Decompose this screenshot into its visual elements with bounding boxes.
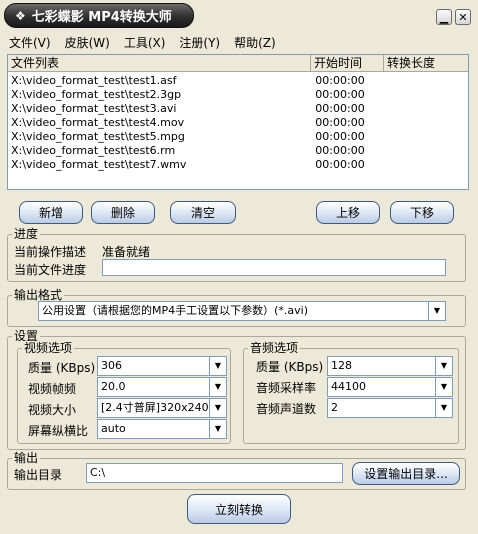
output-dir-label: 输出目录: [14, 468, 63, 482]
table-row[interactable]: X:\video_format_test\test6.rm 00:00:00: [8, 144, 468, 158]
close-icon: ✕: [458, 10, 468, 24]
video-size-value: [2.4寸普屏]320x240: [101, 401, 209, 414]
output-format-value: 公用设置（请根据您的MP4手工设置以下参数）(*.avi): [42, 304, 309, 317]
video-fps-select[interactable]: 20.0 ▼: [97, 377, 227, 397]
chevron-down-icon[interactable]: ▼: [209, 357, 226, 375]
start-time-cell: 00:00:00: [315, 158, 365, 171]
audio-rate-select[interactable]: 44100 ▼: [327, 377, 453, 397]
minimize-icon: ▁: [439, 10, 449, 24]
audio-channels-value: 2: [331, 401, 338, 414]
audio-channels-select[interactable]: 2 ▼: [327, 398, 453, 418]
audio-channels-label: 音频声道数: [256, 402, 317, 416]
table-row[interactable]: X:\video_format_test\test2.3gp 00:00:00: [8, 88, 468, 102]
start-time-cell: 00:00:00: [315, 116, 365, 129]
video-quality-label: 质量 (KBps): [28, 361, 96, 375]
file-progress-label: 当前文件进度: [14, 263, 87, 277]
add-button[interactable]: 新增: [19, 201, 83, 224]
delete-button[interactable]: 删除: [91, 201, 155, 224]
file-path-cell: X:\video_format_test\test2.3gp: [11, 88, 182, 101]
menu-tools[interactable]: 工具(X): [124, 34, 166, 51]
table-row[interactable]: X:\video_format_test\test4.mov 00:00:00: [8, 116, 468, 130]
audio-rate-label: 音频采样率: [256, 381, 317, 395]
table-row[interactable]: X:\video_format_test\test7.wmv 00:00:00: [8, 158, 468, 172]
audio-rate-value: 44100: [331, 380, 366, 393]
output-group-title: 输出: [12, 451, 41, 465]
set-output-dir-button[interactable]: 设置输出目录...: [352, 462, 460, 485]
output-format-select[interactable]: 公用设置（请根据您的MP4手工设置以下参数）(*.avi) ▼: [38, 301, 446, 321]
video-fps-value: 20.0: [101, 380, 126, 393]
video-quality-select[interactable]: 306 ▼: [97, 356, 227, 376]
column-header-start[interactable]: 开始时间: [311, 55, 384, 72]
file-path-cell: X:\video_format_test\test4.mov: [11, 116, 185, 129]
file-progress-bar: [102, 259, 446, 276]
menu-skin[interactable]: 皮肤(W): [65, 34, 110, 51]
start-time-cell: 00:00:00: [315, 144, 365, 157]
table-row[interactable]: X:\video_format_test\test1.asf 00:00:00: [8, 74, 468, 88]
video-size-label: 视频大小: [28, 403, 77, 417]
file-path-cell: X:\video_format_test\test3.avi: [11, 102, 177, 115]
file-path-cell: X:\video_format_test\test6.rm: [11, 144, 176, 157]
column-header-length[interactable]: 转换长度: [384, 55, 468, 72]
move-up-button[interactable]: 上移: [316, 201, 380, 224]
operation-desc-value: 准备就绪: [102, 245, 151, 259]
video-quality-value: 306: [101, 359, 122, 372]
progress-group-title: 进度: [12, 227, 41, 241]
chevron-down-icon[interactable]: ▼: [435, 357, 452, 375]
video-aspect-select[interactable]: auto ▼: [97, 419, 227, 439]
chevron-down-icon[interactable]: ▼: [209, 378, 226, 396]
file-path-cell: X:\video_format_test\test5.mpg: [11, 130, 185, 143]
menu-bar: 文件(V) 皮肤(W) 工具(X) 注册(Y) 帮助(Z): [0, 32, 478, 52]
convert-now-button[interactable]: 立刻转换: [187, 494, 291, 524]
column-header-file[interactable]: 文件列表: [8, 55, 311, 72]
chevron-down-icon[interactable]: ▼: [428, 302, 445, 320]
app-icon: ❖: [15, 8, 26, 23]
start-time-cell: 00:00:00: [315, 88, 365, 101]
audio-options-title: 音频选项: [248, 341, 301, 355]
table-row[interactable]: X:\video_format_test\test5.mpg 00:00:00: [8, 130, 468, 144]
video-size-select[interactable]: [2.4寸普屏]320x240 ▼: [97, 398, 227, 418]
window-title: 七彩蝶影 MP4转换大师: [31, 10, 172, 25]
table-row[interactable]: X:\video_format_test\test3.avi 00:00:00: [8, 102, 468, 116]
file-path-cell: X:\video_format_test\test1.asf: [11, 74, 177, 87]
start-time-cell: 00:00:00: [315, 74, 365, 87]
operation-desc-label: 当前操作描述: [14, 245, 87, 259]
title-pill: ❖ 七彩蝶影 MP4转换大师: [4, 3, 194, 28]
file-list[interactable]: 文件列表 开始时间 转换长度 X:\video_format_test\test…: [7, 54, 469, 190]
start-time-cell: 00:00:00: [315, 130, 365, 143]
chevron-down-icon[interactable]: ▼: [435, 378, 452, 396]
menu-register[interactable]: 注册(Y): [179, 34, 220, 51]
menu-file[interactable]: 文件(V): [9, 34, 51, 51]
output-format-group-title: 输出格式: [12, 288, 65, 302]
start-time-cell: 00:00:00: [315, 102, 365, 115]
chevron-down-icon[interactable]: ▼: [209, 399, 226, 417]
minimize-button[interactable]: ▁: [436, 9, 452, 25]
video-options-title: 视频选项: [22, 341, 75, 355]
video-fps-label: 视频帧频: [28, 382, 77, 396]
output-dir-input[interactable]: C:\: [86, 463, 343, 483]
menu-help[interactable]: 帮助(Z): [234, 34, 276, 51]
title-bar[interactable]: ❖ 七彩蝶影 MP4转换大师 ▁ ✕: [0, 0, 478, 30]
audio-quality-label: 质量 (KBps): [256, 360, 324, 374]
clear-button[interactable]: 清空: [170, 201, 236, 224]
audio-quality-select[interactable]: 128 ▼: [327, 356, 453, 376]
chevron-down-icon[interactable]: ▼: [435, 399, 452, 417]
close-button[interactable]: ✕: [455, 9, 471, 25]
chevron-down-icon[interactable]: ▼: [209, 420, 226, 438]
video-aspect-label: 屏幕纵横比: [28, 424, 89, 438]
file-path-cell: X:\video_format_test\test7.wmv: [11, 158, 187, 171]
move-down-button[interactable]: 下移: [390, 201, 454, 224]
video-aspect-value: auto: [101, 422, 126, 435]
audio-quality-value: 128: [331, 359, 352, 372]
